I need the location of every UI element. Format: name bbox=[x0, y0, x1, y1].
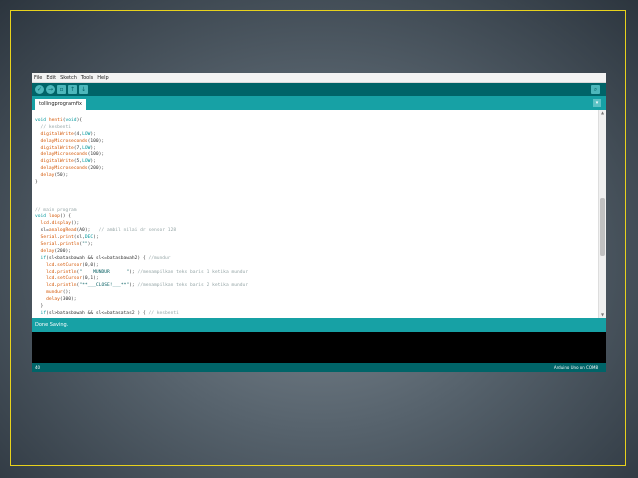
code-line[interactable]: // kesbenti bbox=[35, 125, 595, 132]
code-line[interactable]: void henti(void){ bbox=[35, 118, 595, 125]
tab-menu-button[interactable]: ▾ bbox=[593, 99, 601, 107]
new-button[interactable]: ▫ bbox=[57, 85, 66, 94]
code-line[interactable]: Serial.println(""); bbox=[35, 242, 595, 249]
code-line[interactable]: lcd.println("**___CLOSE!___**"); //menam… bbox=[35, 283, 595, 290]
code-line[interactable]: delayMicroseconds(100); bbox=[35, 139, 595, 146]
code-line[interactable]: } bbox=[35, 180, 595, 187]
arrow-right-icon: → bbox=[47, 86, 54, 93]
code-line[interactable]: digitalWrite(7,LOW); bbox=[35, 146, 595, 153]
arduino-ide-window: File Edit Sketch Tools Help ✓ → ▫ ↑ ↓ ⌕ … bbox=[32, 73, 606, 372]
code-text[interactable]: void henti(void){ // kesbenti digitalWri… bbox=[35, 118, 595, 318]
menu-edit[interactable]: Edit bbox=[46, 73, 56, 83]
tab-sketch[interactable]: tollingprogramfix bbox=[35, 99, 86, 110]
code-line[interactable]: digitalWrite(4,LOW); bbox=[35, 132, 595, 139]
code-line[interactable] bbox=[35, 201, 595, 208]
code-line[interactable]: } bbox=[35, 304, 595, 311]
code-line[interactable]: lcd.setCursor(0,0); bbox=[35, 263, 595, 270]
new-file-icon: ▫ bbox=[59, 86, 64, 93]
vertical-scrollbar[interactable]: ▲ ▼ bbox=[598, 110, 606, 318]
code-line[interactable]: delayMicroseconds(200); bbox=[35, 166, 595, 173]
chevron-down-icon: ▾ bbox=[595, 100, 599, 106]
arrow-up-icon: ↑ bbox=[69, 86, 76, 93]
arrow-down-icon: ↓ bbox=[80, 86, 87, 93]
verify-button[interactable]: ✓ bbox=[35, 85, 44, 94]
code-line[interactable]: sl=analogRead(A0); // ambil nilai dr sen… bbox=[35, 228, 595, 235]
menu-file[interactable]: File bbox=[34, 73, 42, 83]
board-info: Arduino Uno on COM8 bbox=[553, 365, 598, 370]
magnifier-icon: ⌕ bbox=[593, 86, 598, 93]
toolbar: ✓ → ▫ ↑ ↓ ⌕ bbox=[32, 83, 606, 96]
menu-help[interactable]: Help bbox=[97, 73, 108, 83]
check-icon: ✓ bbox=[36, 86, 43, 93]
serial-monitor-button[interactable]: ⌕ bbox=[591, 85, 600, 94]
code-line[interactable]: lcd.println(" MUNDUR "); //menampilkan t… bbox=[35, 270, 595, 277]
code-line[interactable]: delay(50); bbox=[35, 173, 595, 180]
status-bar: Done Saving. bbox=[32, 318, 606, 332]
code-line[interactable]: void loop() { bbox=[35, 214, 595, 221]
code-line[interactable] bbox=[35, 194, 595, 201]
open-button[interactable]: ↑ bbox=[68, 85, 77, 94]
line-number: 40 bbox=[35, 365, 41, 370]
code-line[interactable]: digitalWrite(5,LOW); bbox=[35, 159, 595, 166]
code-line[interactable]: if(sl<batasbawah && sl<=batasbawah2) { /… bbox=[35, 256, 595, 263]
code-line[interactable]: delay(300); bbox=[35, 297, 595, 304]
code-line[interactable]: delayMicroseconds(100); bbox=[35, 152, 595, 159]
scroll-up-icon[interactable]: ▲ bbox=[599, 110, 606, 116]
scroll-thumb[interactable] bbox=[600, 198, 605, 256]
code-line[interactable]: mundur(); bbox=[35, 290, 595, 297]
footer-bar: 40 Arduino Uno on COM8 bbox=[32, 363, 606, 372]
code-line[interactable] bbox=[35, 187, 595, 194]
code-line[interactable]: Serial.print(sl,DEC); bbox=[35, 235, 595, 242]
console-output[interactable] bbox=[32, 332, 606, 363]
save-button[interactable]: ↓ bbox=[79, 85, 88, 94]
upload-button[interactable]: → bbox=[46, 85, 55, 94]
tab-bar: tollingprogramfix ▾ bbox=[32, 96, 606, 110]
menu-sketch[interactable]: Sketch bbox=[60, 73, 77, 83]
code-editor[interactable]: void henti(void){ // kesbenti digitalWri… bbox=[32, 110, 606, 318]
code-line[interactable]: if(sl>batasbawah && sl<=batasatas2 ) { /… bbox=[35, 311, 595, 318]
menu-tools[interactable]: Tools bbox=[81, 73, 93, 83]
code-line[interactable]: // main program bbox=[35, 208, 595, 215]
menu-bar: File Edit Sketch Tools Help bbox=[32, 73, 606, 83]
code-line[interactable]: delay(200); bbox=[35, 249, 595, 256]
